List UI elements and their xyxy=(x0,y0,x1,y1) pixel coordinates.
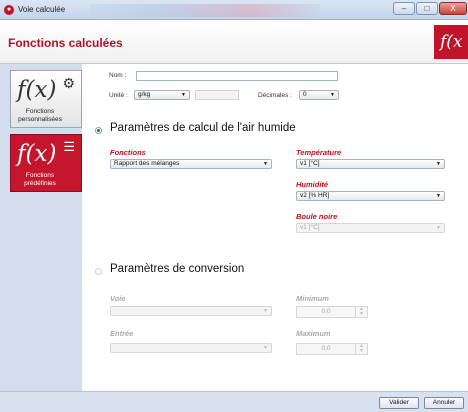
name-input[interactable] xyxy=(136,71,338,81)
gear-icon: ⚙ xyxy=(62,75,75,91)
page-header: Fonctions calculées f(x xyxy=(0,20,468,64)
sidebar-item-predefined-functions[interactable]: f(x) ☰ Fonctions prédéfinies xyxy=(10,134,82,192)
chevron-down-icon: ▼ xyxy=(436,225,441,231)
humidity-select[interactable]: v2 [% HR] ▼ xyxy=(296,191,445,201)
maximum-label: Maximum xyxy=(296,329,331,338)
validate-button[interactable]: Valider xyxy=(379,397,419,409)
sidebar-item-custom-functions[interactable]: f(x) ⚙ Fonctions personnalisées xyxy=(10,70,82,128)
black-bulb-select: v1 [°C] ▼ xyxy=(296,223,445,233)
chevron-down-icon: ▼ xyxy=(263,345,268,351)
minimum-label: Minimum xyxy=(296,294,329,303)
humid-air-radio[interactable] xyxy=(95,127,102,134)
temperature-label: Température xyxy=(296,148,342,157)
page-title: Fonctions calculées xyxy=(8,36,123,50)
list-icon: ☰ xyxy=(63,139,75,154)
chevron-down-icon: ▼ xyxy=(181,92,186,98)
window-title: Voie calculée xyxy=(18,5,66,14)
cancel-button[interactable]: Annuler xyxy=(424,397,464,409)
functions-label: Fonctions xyxy=(110,148,146,157)
unit-extra-field xyxy=(195,90,239,100)
input-select: ▼ xyxy=(110,343,272,353)
functions-select[interactable]: Rapport des mélanges ▼ xyxy=(110,159,272,169)
chevron-down-icon: ▼ xyxy=(436,161,441,167)
temperature-select[interactable]: v1 [°C] ▼ xyxy=(296,159,445,169)
minimize-button[interactable]: – xyxy=(393,2,415,15)
sidebar-item-label: Fonctions personnalisées xyxy=(18,108,62,123)
spinner-arrows-icon: ▲ ▼ xyxy=(355,307,367,317)
close-button[interactable]: X xyxy=(439,2,467,15)
input-label: Entrée xyxy=(110,329,134,338)
chevron-down-icon: ▼ xyxy=(330,92,335,98)
sidebar-item-label: Fonctions prédéfinies xyxy=(24,172,56,187)
humidity-label: Humidité xyxy=(296,180,329,189)
black-bulb-label: Boule noire xyxy=(296,212,338,221)
unit-label: Unité : xyxy=(109,92,128,99)
maximize-button[interactable]: □ xyxy=(416,2,438,15)
decimals-select[interactable]: 0 ▼ xyxy=(299,90,339,100)
app-icon: ● xyxy=(4,5,14,15)
dialog-footer: Valider Annuler xyxy=(0,391,468,412)
minimum-spinner: 0,0 ▲ ▼ xyxy=(296,306,368,318)
channel-select: ▼ xyxy=(110,306,272,316)
window-titlebar: ● Voie calculée – □ X xyxy=(0,0,468,20)
main-content: Nom : Unité : g/kg ▼ Décimales : 0 ▼ Param… xyxy=(82,64,468,391)
titlebar-background-strip xyxy=(90,4,320,17)
chevron-down-icon: ▼ xyxy=(263,308,268,314)
conversion-section-title: Paramètres de conversion xyxy=(110,263,245,275)
decimals-label: Décimales : xyxy=(258,92,292,99)
chevron-down-icon: ▼ xyxy=(436,193,441,199)
sidebar: f(x) ⚙ Fonctions personnalisées f(x) ☰ F… xyxy=(0,64,82,391)
fx-glyph: f(x) xyxy=(17,77,57,103)
fx-logo: f(x xyxy=(434,25,468,59)
name-label: Nom : xyxy=(109,72,127,79)
humid-air-section-title: Paramètres de calcul de l'air humide xyxy=(110,122,296,134)
unit-select[interactable]: g/kg ▼ xyxy=(134,90,190,100)
conversion-radio[interactable] xyxy=(95,268,102,275)
fx-glyph: f(x) xyxy=(17,141,57,167)
spinner-arrows-icon: ▲ ▼ xyxy=(355,344,367,354)
maximum-spinner: 0,0 ▲ ▼ xyxy=(296,343,368,355)
channel-label: Voie xyxy=(110,294,126,303)
chevron-down-icon: ▼ xyxy=(263,161,268,167)
